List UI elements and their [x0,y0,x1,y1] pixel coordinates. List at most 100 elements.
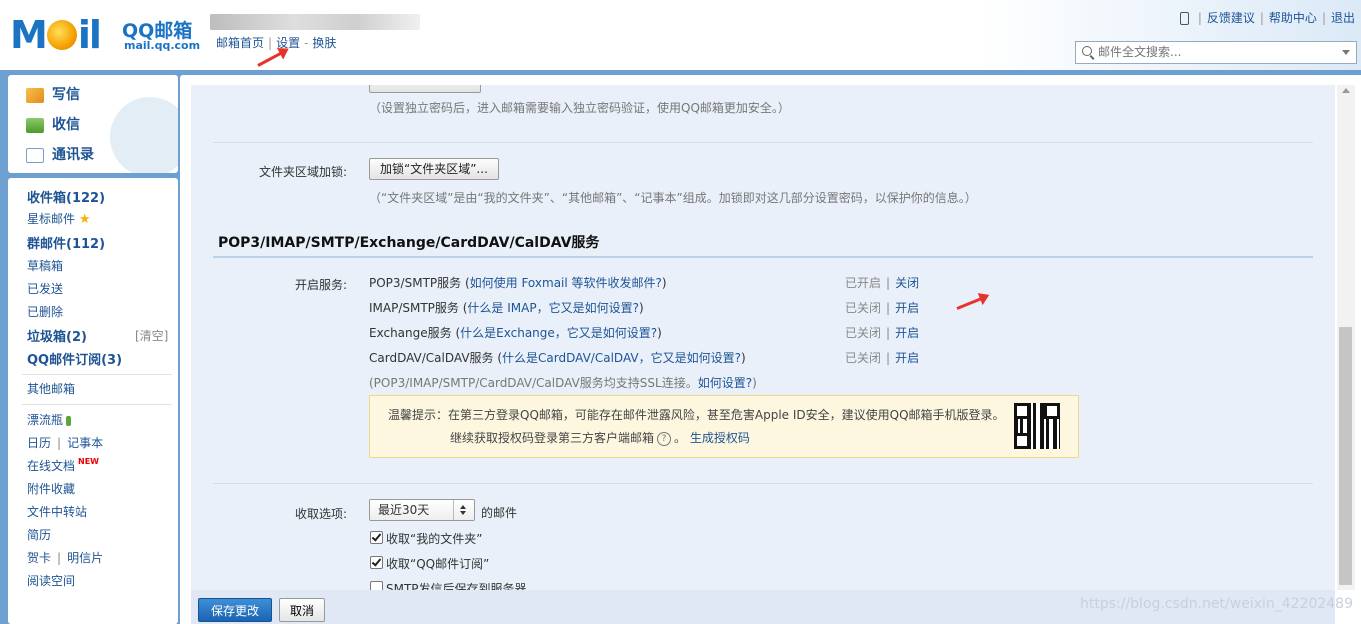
logo-bell-icon [46,19,77,50]
sidebar-item-calendar-notes: 日历 | 记事本 [27,436,104,450]
pop3-help-link[interactable]: 如何使用 Foxmail 等软件收发邮件? [470,276,662,290]
folder-lock-label: 文件夹区域加锁: [258,165,347,179]
qq-mail-logo[interactable]: Mil QQ邮箱 mail.qq.com [10,12,200,58]
notes-link[interactable]: 记事本 [67,436,103,450]
qr-code-icon [1014,403,1060,449]
logo-moil: Mil [10,13,102,57]
contacts-button[interactable]: 通讯录 [26,144,94,164]
carddav-status: 已关闭 | 开启 [845,351,920,365]
checkbox-smtp-save-label: SMTP发信后保存到服务器 [386,582,527,590]
sidebar-item-drafts[interactable]: 草稿箱 [27,257,63,274]
pop3-status: 已开启 | 关闭 [845,276,920,290]
checkbox-subscriptions[interactable] [370,556,383,569]
sidebar-divider [22,404,172,405]
sidebar-item-attachments[interactable]: 附件收藏 [27,480,75,497]
sidebar-item-reading[interactable]: 阅读空间 [27,572,75,589]
sidebar-actions: 写信 收信 通讯录 [8,75,178,173]
checkbox-subscriptions-label: 收取“QQ邮件订阅” [386,557,490,571]
annotation-arrow-imap [956,295,988,310]
watermark: https://blog.csdn.net/weixin_42202489 [1079,596,1353,612]
search-dropdown-icon[interactable] [1342,50,1350,55]
scroll-up-icon[interactable] [1342,88,1350,93]
greeting-card-link[interactable]: 贺卡 [27,551,51,565]
carddav-help-link[interactable]: 什么是CardDAV/CalDAV，它又是如何设置? [502,351,741,365]
service-row-exchange: Exchange服务 (什么是Exchange，它又是如何设置?) [369,326,662,340]
logo-domain: mail.qq.com [124,39,201,52]
fetch-range-select[interactable]: 最近30天 [369,499,475,521]
sidebar-item-cards: 贺卡 | 明信片 [27,551,104,565]
checkbox-my-folders[interactable] [370,531,383,544]
search-box[interactable] [1075,41,1357,64]
folder-lock-button[interactable]: 加锁“文件夹区域”... [369,158,499,180]
sidebar-item-deleted[interactable]: 已删除 [27,303,63,320]
content-scrollbar[interactable] [1337,85,1355,590]
fetch-suffix: 的邮件 [481,506,518,520]
nav-mail-home[interactable]: 邮箱首页 [216,36,264,50]
receive-button[interactable]: 收信 [26,114,80,134]
cancel-button[interactable]: 取消 [279,598,326,622]
exchange-toggle-link[interactable]: 开启 [895,326,919,340]
ssl-setup-link[interactable]: 如何设置? [698,376,752,390]
feedback-link[interactable]: 反馈建议 [1207,11,1255,25]
section-divider [213,483,1313,484]
star-icon: ★ [78,212,91,227]
section-title: POP3/IMAP/SMTP/Exchange/CardDAV/CalDAV服务 [218,235,600,251]
sidebar-item-other-mail[interactable]: 其他邮箱 [27,380,75,397]
nav-skin[interactable]: 换肤 [312,36,336,50]
checkbox-smtp-save[interactable] [370,581,383,590]
sidebar-folders: 收件箱(122) 星标邮件 ★ 群邮件(112) 草稿箱 已发送 已删除 垃圾箱… [8,178,178,624]
logout-link[interactable]: 退出 [1331,11,1355,25]
ssl-note: (POP3/IMAP/SMTP/CardDAV/CalDAV服务均支持SSL连接… [369,376,757,390]
sidebar-item-spam[interactable]: 垃圾箱(2) [27,326,87,345]
search-icon [1082,46,1092,56]
header: Mil QQ邮箱 mail.qq.com 邮箱首页 | 设置 - 换肤 | 反馈建议 | 帮助… [0,0,1361,70]
warning-line-2: 继续获取授权码登录第三方客户端邮箱?。 生成授权码 [450,431,750,446]
sidebar-item-resume[interactable]: 简历 [27,526,51,543]
service-row-imap: IMAP/SMTP服务 (什么是 IMAP，它又是如何设置?) [369,301,644,315]
select-arrows-icon [453,500,474,520]
section-divider [213,142,1313,143]
help-center-link[interactable]: 帮助中心 [1269,11,1317,25]
checkbox-my-folders-label: 收取“我的文件夹” [386,532,483,546]
scrollbar-thumb[interactable] [1339,327,1352,585]
service-row-pop3: POP3/SMTP服务 (如何使用 Foxmail 等软件收发邮件?) [369,276,667,290]
sidebar-divider [22,374,172,375]
pop3-toggle-link[interactable]: 关闭 [895,276,919,290]
fetch-options-label: 收取选项: [294,507,347,521]
sidebar-item-inbox[interactable]: 收件箱(122) [27,187,105,206]
generate-auth-code-link[interactable]: 生成授权码 [690,431,750,445]
imap-help-link[interactable]: 什么是 IMAP，它又是如何设置? [467,301,639,315]
mobile-phone-icon[interactable] [1179,12,1189,25]
exchange-status: 已关闭 | 开启 [845,326,920,340]
carddav-toggle-link[interactable]: 开启 [895,351,919,365]
compose-icon [26,87,44,103]
sidebar-item-docs[interactable]: 在线文档 NEW [27,457,99,474]
new-badge: NEW [78,457,99,466]
inbox-download-icon [26,117,44,133]
calendar-link[interactable]: 日历 [27,436,51,450]
sidebar-item-sent[interactable]: 已发送 [27,280,63,297]
sidebar-item-bottle[interactable]: 漂流瓶 [27,411,72,428]
main-panel: （设置独立密码后，进入邮箱需要输入独立密码验证，使用QQ邮箱更加安全。） 文件夹… [180,75,1361,624]
set-password-button[interactable] [369,85,481,93]
postcard-link[interactable]: 明信片 [67,551,103,565]
question-mark-icon[interactable]: ? [657,431,672,446]
sidebar-item-group[interactable]: 群邮件(112) [27,233,105,252]
security-warning-box: 温馨提示：在第三方登录QQ邮箱，可能存在邮件泄露风险，甚至危害Apple ID安… [369,395,1079,458]
sidebar-item-starred[interactable]: 星标邮件 ★ [27,210,91,227]
search-input[interactable] [1098,44,1338,60]
save-changes-button[interactable]: 保存更改 [198,598,273,622]
qq-penguin-decoration [110,97,178,173]
warning-line-1: 温馨提示：在第三方登录QQ邮箱，可能存在邮件泄露风险，甚至危害Apple ID安… [388,408,1005,422]
imap-toggle-link[interactable]: 开启 [895,301,919,315]
service-row-carddav: CardDAV/CalDAV服务 (什么是CardDAV/CalDAV，它又是如… [369,351,746,365]
sidebar-item-subscription[interactable]: QQ邮件订阅(3) [27,349,122,368]
spam-clear-link[interactable]: [清空] [135,327,168,344]
contacts-icon [26,147,44,163]
compose-button[interactable]: 写信 [26,84,80,104]
sidebar-item-file-transfer[interactable]: 文件中转站 [27,503,87,520]
exchange-help-link[interactable]: 什么是Exchange，它又是如何设置? [460,326,657,340]
imap-status: 已关闭 | 开启 [845,301,920,315]
folder-lock-hint: （“文件夹区域”是由“我的文件夹”、“其他邮箱”、“记事本”组成。加锁即对这几部… [369,191,977,205]
blurred-username [210,14,420,30]
